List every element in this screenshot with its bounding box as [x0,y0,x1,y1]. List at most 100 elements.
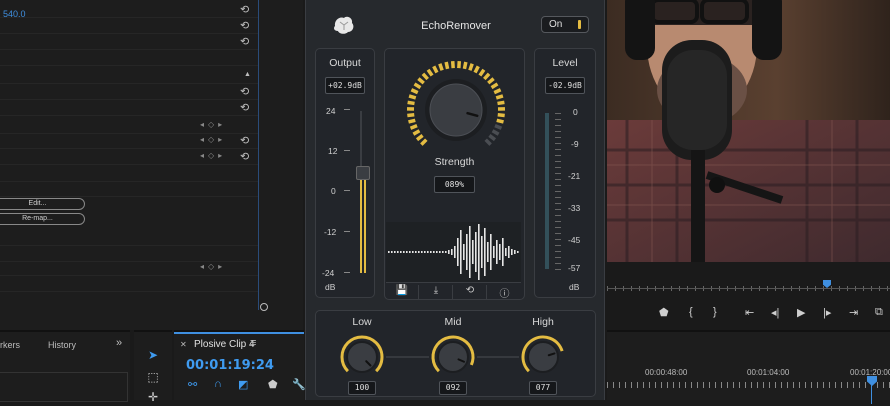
waveform-bar [466,234,468,270]
waveform-bar [472,240,474,264]
dial-segment [484,74,489,79]
time-ruler[interactable]: 00:00:48:00 00:01:04:00 00:01:20:00 [607,366,890,388]
menu-icon[interactable]: ≡ [250,337,256,349]
eq-high-readout[interactable]: 077 [529,381,557,395]
remap-button[interactable]: Re-map... [0,213,85,225]
mark-out-icon[interactable]: } [713,306,717,318]
eq-low-readout[interactable]: 100 [348,381,376,395]
strength-label: Strength [385,156,524,168]
track-select-tool-icon[interactable]: ⬚ [144,368,162,386]
fx-row[interactable]: ⟲ [0,84,258,100]
tab-markers[interactable]: rkers [0,340,20,350]
reset-icon[interactable]: ⟲ [240,150,249,163]
fx-row[interactable]: ◂◇▸ ⟲ [0,133,258,149]
waveform-bar [448,250,450,254]
timecode[interactable]: 00:01:19:24 [186,358,274,373]
fx-scroll-handle[interactable] [258,302,303,312]
dial-segment [423,74,428,79]
timeline-tab[interactable]: ✕ Plosive Clip 4 ≡ [174,332,304,354]
keyframe-nav-icon[interactable]: ◂◇▸ [200,135,226,144]
fx-row[interactable]: ▲ [0,68,258,84]
dial-segment [434,66,437,72]
program-monitor-video [607,0,890,262]
reset-icon[interactable]: ⟲ [240,134,249,147]
info-icon[interactable]: ⓘ [488,285,521,299]
dial-cap [430,84,482,136]
fx-row[interactable]: ◂◇▸ [0,118,258,134]
add-marker-icon[interactable]: ⬟ [659,306,669,319]
fx-row[interactable]: ◂◇▸ [0,260,258,276]
ripple-edit-tool-icon[interactable]: ✛ [144,388,162,406]
insert-icon[interactable]: ⧉ [875,306,883,319]
waveform-bar [424,251,426,253]
export-icon[interactable]: ⤓ [420,285,453,299]
plugin-title: EchoRemover [396,20,516,32]
mark-in-icon[interactable]: { [689,306,693,318]
eq-mid-readout[interactable]: 092 [439,381,467,395]
dial-segment [496,96,503,98]
undo-icon[interactable]: ⟲ [454,285,487,299]
collapse-icon[interactable]: ▲ [244,71,251,78]
dial-segment [489,135,495,139]
waveform-bar [394,251,396,253]
eq-knobs[interactable] [316,329,597,389]
waveform-bar [451,249,453,255]
dial-segment [417,135,423,139]
save-icon[interactable]: 💾 [386,285,419,299]
play-icon[interactable]: ▶ [797,306,805,319]
power-toggle[interactable]: On [541,16,589,33]
reset-icon[interactable]: ⟲ [240,35,249,48]
fx-row[interactable]: ⟲ [0,34,258,50]
scrub-line [607,288,890,289]
go-to-out-icon[interactable]: ⇥ [849,306,858,319]
reset-icon[interactable]: ⟲ [240,19,249,32]
level-readout[interactable]: -02.9dB [545,77,585,94]
edit-button[interactable]: Edit... [0,198,85,210]
playhead-line [871,384,872,404]
waveform-bar [475,232,477,272]
snap-icon[interactable]: ∩ [214,378,222,390]
waveform-bar [481,236,483,268]
keyframe-nav-icon[interactable]: ◂◇▸ [200,262,226,271]
step-back-icon[interactable]: ◂| [771,306,779,319]
waveform-bar [499,244,501,260]
keyframe-nav-icon[interactable]: ◂◇▸ [200,151,226,160]
fader-fill [360,180,362,273]
eq-knob-cap[interactable] [438,342,468,372]
tab-history[interactable]: History [48,340,76,350]
output-readout[interactable]: +02.9dB [325,77,365,94]
sequence-timeline: 00:00:48:00 00:01:04:00 00:01:20:00 [607,330,890,400]
settings-icon[interactable]: 🔧 [292,378,306,391]
eq-knob-cap[interactable] [528,342,558,372]
fx-row[interactable]: ⟲ [0,18,258,34]
level-meter [545,113,549,269]
keyframe-nav-icon[interactable]: ◂◇▸ [200,120,226,129]
reset-icon[interactable]: ⟲ [240,85,249,98]
scale-label: 12 [328,146,337,156]
output-fader-handle[interactable] [356,166,370,180]
selection-tool-icon[interactable]: ➤ [144,346,162,364]
go-to-in-icon[interactable]: ⇤ [745,306,754,319]
eq-knob-cap[interactable] [347,342,377,372]
program-scrubber[interactable] [607,262,890,300]
dial-segment [497,102,504,103]
fx-row: 540.0 [0,6,258,18]
unit-label: dB [325,282,335,292]
linked-selection-icon[interactable]: ◩ [238,378,248,391]
step-forward-icon[interactable]: |▸ [823,306,831,319]
waveform-bar [412,251,414,253]
add-marker-icon[interactable]: ⬟ [268,378,278,391]
meter-ticks [555,113,561,271]
waveform-bar [514,250,516,254]
more-panels-icon[interactable]: » [116,337,122,349]
waveform-bar [415,251,417,253]
reset-icon[interactable]: ⟲ [240,101,249,114]
fx-row[interactable]: ◂◇▸ ⟲ [0,149,258,165]
nest-icon[interactable]: ⚯ [188,378,197,391]
waveform-bar [463,244,465,260]
strength-readout[interactable]: 089% [434,176,475,193]
close-icon[interactable]: ✕ [180,340,187,349]
dial-segment [408,120,415,122]
fx-row[interactable]: ⟲ [0,100,258,116]
strength-knob[interactable] [401,55,511,165]
